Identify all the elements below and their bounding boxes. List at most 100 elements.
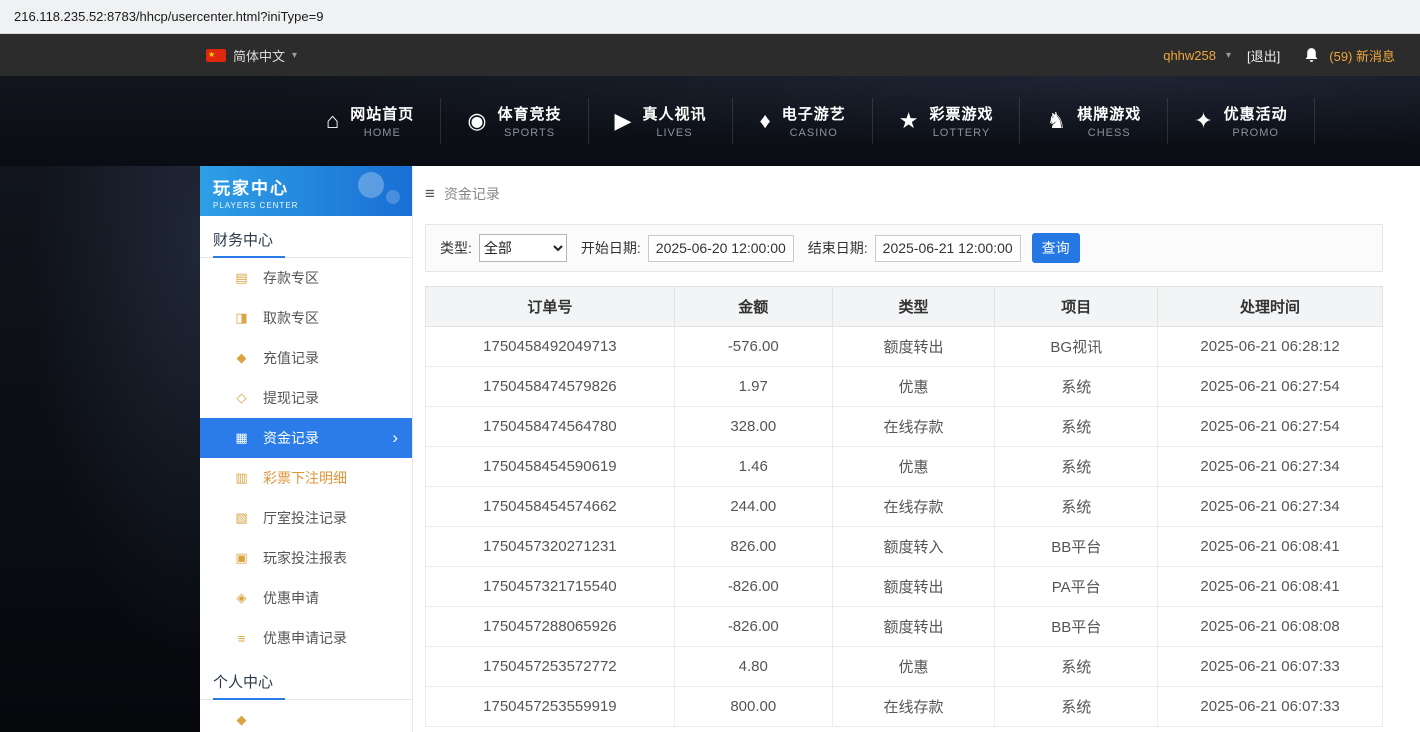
nav-label-zh: 电子游艺 [782, 103, 846, 124]
language-selector[interactable]: ★ 简体中文 ▾ [206, 46, 297, 65]
sidebar-item-label: 玩家投注报表 [263, 548, 347, 568]
sidebar-item-promo-apply-records[interactable]: ≡优惠申请记录 [200, 618, 412, 658]
sidebar-item-hall-bet-records[interactable]: ▧厅室投注记录 [200, 498, 412, 538]
sidebar-item-withdraw-zone[interactable]: ◨ 取款专区 [200, 298, 412, 338]
nav-item-casino[interactable]: ♦电子游艺CASINO [733, 98, 872, 144]
sidebar-item-label: 提现记录 [263, 388, 319, 408]
table-cell: 1750458492049713 [426, 327, 675, 367]
table-cell: 2025-06-21 06:28:12 [1158, 327, 1383, 367]
chevron-right-icon: › [392, 428, 398, 448]
header-type: 类型 [832, 287, 995, 327]
table-cell: 在线存款 [832, 687, 995, 727]
table-cell: 额度转出 [832, 607, 995, 647]
withdraw-zone-icon: ◨ [233, 310, 250, 326]
table-cell: 800.00 [674, 687, 832, 727]
sidebar-cutoff-icon: ◆ [233, 712, 250, 728]
nav-label-en: SPORTS [498, 127, 562, 139]
table-cell: 1750458454574662 [426, 487, 675, 527]
start-date-input[interactable] [648, 235, 794, 262]
end-date-label: 结束日期: [808, 238, 868, 258]
table-cell: PA平台 [995, 567, 1158, 607]
sidebar-item-withdraw-records[interactable]: ◇提现记录 [200, 378, 412, 418]
sidebar-item-lottery-bet-detail[interactable]: ▥ 彩票下注明细 [200, 458, 412, 498]
bell-icon[interactable] [1304, 47, 1319, 63]
username[interactable]: qhhw258 [1163, 48, 1216, 63]
nav-item-home[interactable]: ⌂ 网站首页 HOME [300, 98, 441, 144]
table-cell: -826.00 [674, 607, 832, 647]
language-label: 简体中文 [233, 46, 285, 65]
search-button[interactable]: 查询 [1032, 233, 1080, 263]
nav-item-lottery[interactable]: ★彩票游戏LOTTERY [873, 98, 1021, 144]
sidebar-menu: ▤存款专区 ◨ 取款专区 ◆充值记录◇提现记录 ▦ 资金记录 › ▥ 彩票下注明细 ▧厅室投注记录… [200, 258, 412, 658]
nav-label-en: HOME [350, 127, 414, 139]
nav-label-zh: 体育竞技 [498, 103, 562, 124]
table-row: 1750457320271231826.00额度转入BB平台2025-06-21… [426, 527, 1383, 567]
sports-icon: ◉ [467, 110, 486, 132]
end-date-input[interactable] [875, 235, 1021, 262]
sidebar-item-funds-records[interactable]: ▦ 资金记录 › [200, 418, 412, 458]
table-cell: 2025-06-21 06:08:08 [1158, 607, 1383, 647]
lives-icon: ▶ [615, 110, 632, 132]
table-cell: 826.00 [674, 527, 832, 567]
table-row: 1750458454574662244.00在线存款系统2025-06-21 0… [426, 487, 1383, 527]
nav-item-chess[interactable]: ♞棋牌游戏CHESS [1020, 98, 1168, 144]
sidebar-header: 玩家中心 PLAYERS CENTER [200, 166, 412, 216]
nav-label-en: CHESS [1077, 127, 1141, 139]
table-cell: 1750457321715540 [426, 567, 675, 607]
table-cell: 1750458454590619 [426, 447, 675, 487]
promo-apply-icon: ◈ [233, 590, 250, 606]
table-cell: 系统 [995, 367, 1158, 407]
table-cell: 在线存款 [832, 407, 995, 447]
browser-url-bar[interactable]: 216.118.235.52:8783/hhcp/usercenter.html… [0, 0, 1420, 34]
page-body: 玩家中心 PLAYERS CENTER 财务中心 ▤存款专区◨取款专区◆充值记录… [0, 166, 1420, 732]
funds-records-icon: ▦ [233, 430, 250, 446]
sidebar-item-recharge-records[interactable]: ◆充值记录 [200, 338, 412, 378]
table-body: 1750458492049713-576.00额度转出BG视讯2025-06-2… [426, 327, 1383, 727]
table-cell: 系统 [995, 687, 1158, 727]
home-icon: ⌂ [326, 110, 339, 132]
nav-label-en: CASINO [782, 127, 846, 139]
table-cell: 244.00 [674, 487, 832, 527]
messages-link[interactable]: (59) 新消息 [1329, 46, 1395, 65]
type-select[interactable]: 全部 [479, 234, 567, 262]
table-row: 17504584545906191.46优惠系统2025-06-21 06:27… [426, 447, 1383, 487]
nav-label-en: LIVES [642, 127, 706, 139]
table-cell: 1750458474564780 [426, 407, 675, 447]
table-cell: -576.00 [674, 327, 832, 367]
table-cell: 优惠 [832, 447, 995, 487]
sidebar-item-label: 取款专区 [263, 308, 319, 328]
header-item: 项目 [995, 287, 1158, 327]
table-cell: BG视讯 [995, 327, 1158, 367]
table-row: 1750458474564780328.00在线存款系统2025-06-21 0… [426, 407, 1383, 447]
sidebar-item-cutoff[interactable]: ◆ [200, 700, 412, 732]
table-row: 1750457321715540-826.00额度转出PA平台2025-06-2… [426, 567, 1383, 607]
sidebar-item-deposit-zone[interactable]: ▤存款专区 [200, 258, 412, 298]
lottery-bet-detail-icon: ▥ [233, 470, 250, 486]
recharge-records-icon: ◆ [233, 350, 250, 366]
lottery-icon: ★ [899, 110, 919, 132]
nav-label-zh: 棋牌游戏 [1077, 103, 1141, 124]
sidebar-item-label: 彩票下注明细 [263, 468, 347, 488]
breadcrumb: ≡ 资金记录 [425, 180, 1383, 208]
type-label: 类型: [440, 238, 472, 258]
sidebar-item-player-bet-report[interactable]: ▣玩家投注报表 [200, 538, 412, 578]
nav-label-zh: 网站首页 [350, 103, 414, 124]
table-cell: 系统 [995, 407, 1158, 447]
sidebar-item-label: 厅室投注记录 [263, 508, 347, 528]
start-date-label: 开始日期: [581, 238, 641, 258]
nav-item-lives[interactable]: ▶真人视讯LIVES [589, 98, 734, 144]
china-flag-icon: ★ [206, 49, 226, 62]
nav-label-zh: 彩票游戏 [929, 103, 993, 124]
sidebar-item-label: 资金记录 [263, 428, 319, 448]
sidebar-subtitle: PLAYERS CENTER [213, 201, 412, 210]
sidebar-item-label: 存款专区 [263, 268, 319, 288]
nav-item-promo[interactable]: ✦优惠活动PROMO [1168, 98, 1314, 144]
logout-link[interactable]: [退出] [1247, 46, 1280, 65]
nav-item-sports[interactable]: ◉ 体育竞技 SPORTS [441, 98, 588, 144]
menu-icon: ≡ [425, 184, 435, 204]
filter-bar: 类型: 全部 开始日期: 结束日期: 查询 [425, 224, 1383, 272]
sidebar-item-promo-apply[interactable]: ◈优惠申请 [200, 578, 412, 618]
table-cell: 系统 [995, 647, 1158, 687]
table-cell: 4.80 [674, 647, 832, 687]
nav-label-en: PROMO [1224, 127, 1288, 139]
